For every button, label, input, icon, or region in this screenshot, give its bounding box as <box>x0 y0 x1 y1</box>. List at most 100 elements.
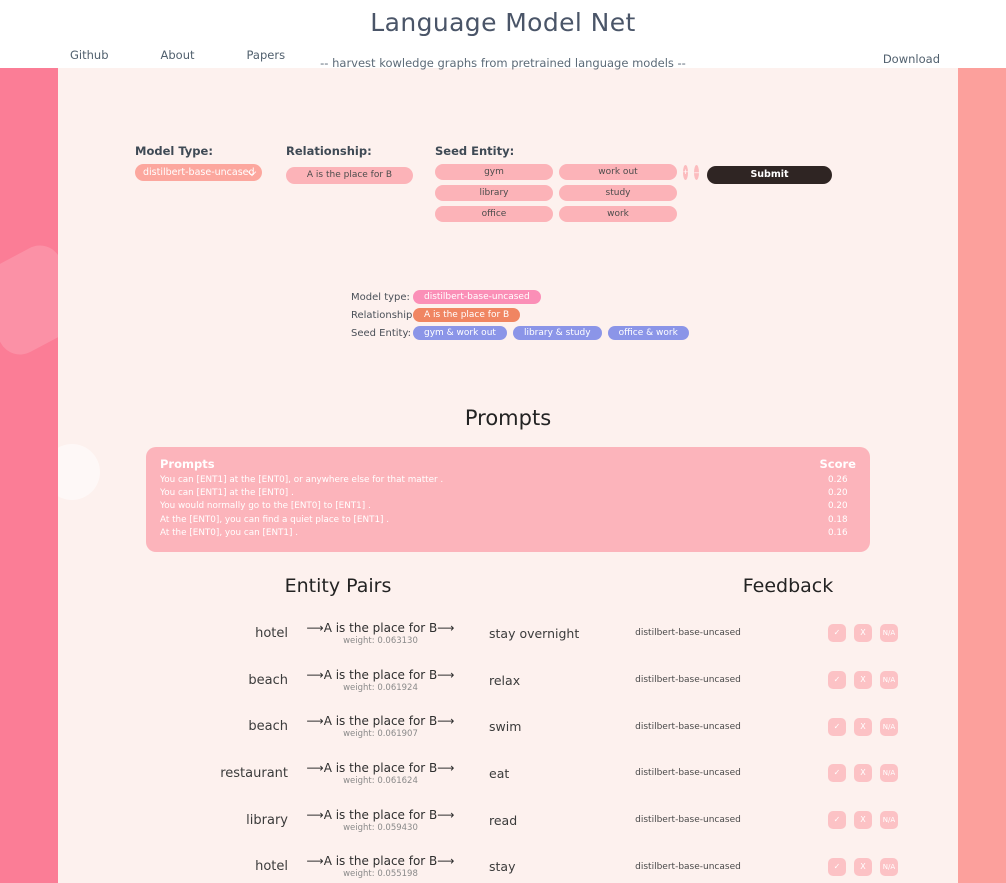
feedback-group: ✓ X N/A <box>758 857 958 876</box>
query-form: Model Type: distilbert-base-uncased Rela… <box>135 144 918 222</box>
feedback-na-button[interactable]: N/A <box>880 811 898 830</box>
pair-object: swim <box>489 719 522 735</box>
seed-entity-b-input-2[interactable] <box>559 185 677 201</box>
table-row: beach ⟶A is the place for B⟶ weight: 0.0… <box>58 703 958 750</box>
pair-model: distilbert-base-uncased <box>635 721 741 732</box>
pair-model: distilbert-base-uncased <box>635 768 741 779</box>
prompt-text: At the [ENT0], you can [ENT1] . <box>160 527 299 538</box>
model-type-select-value: distilbert-base-uncased <box>143 167 255 178</box>
seed-entity-a-input-3[interactable] <box>435 206 553 222</box>
summary-relationship-row: Relationship: A is the place for B <box>351 308 695 322</box>
pair-object: stay overnight <box>489 625 580 641</box>
pair-relation: ⟶A is the place for B⟶ <box>306 667 455 682</box>
summary-seed-entity-row: Seed Entity: gym & work out library & st… <box>351 326 695 340</box>
prompt-score: 0.20 <box>828 488 848 499</box>
pair-weight: weight: 0.061907 <box>343 729 418 740</box>
feedback-group: ✓ X N/A <box>758 811 958 830</box>
prompts-table: Prompts Score You can [ENT1] at the [ENT… <box>146 447 870 553</box>
prompt-score: 0.26 <box>828 475 848 485</box>
pair-relation: ⟶A is the place for B⟶ <box>306 807 455 822</box>
relationship-input[interactable] <box>286 166 413 184</box>
prompt-score: 0.18 <box>828 514 848 525</box>
feedback-yes-button[interactable]: ✓ <box>828 624 846 643</box>
table-row: hotel ⟶A is the place for B⟶ weight: 0.0… <box>58 843 958 883</box>
feedback-no-button[interactable]: X <box>854 811 872 830</box>
prompt-row: At the [ENT0], you can [ENT1] . 0.16 <box>160 527 856 540</box>
nav-link-download[interactable]: Download <box>883 52 940 66</box>
seed-entity-label: Seed Entity: <box>435 144 515 158</box>
model-type-select[interactable]: distilbert-base-uncased <box>135 164 262 181</box>
feedback-yes-button[interactable]: ✓ <box>828 671 846 690</box>
pair-object: relax <box>489 672 521 688</box>
relationship-field: Relationship: <box>286 144 435 184</box>
prompt-text: You would normally go to the [ENT0] to [… <box>160 501 371 512</box>
decorative-square-shape <box>0 237 58 363</box>
feedback-na-button[interactable]: N/A <box>880 624 898 643</box>
pair-model: distilbert-base-uncased <box>635 861 741 872</box>
pair-relation-cell: ⟶A is the place for B⟶ weight: 0.063130 <box>288 621 473 646</box>
seed-row <box>435 185 685 201</box>
feedback-group: ✓ X N/A <box>758 764 958 783</box>
seed-entity-b-input-1[interactable] <box>559 164 677 180</box>
feedback-no-button[interactable]: X <box>854 671 872 690</box>
model-type-label: Model Type: <box>135 144 213 158</box>
table-row: restaurant ⟶A is the place for B⟶ weight… <box>58 750 958 797</box>
feedback-na-button[interactable]: N/A <box>880 717 898 736</box>
feedback-group: ✓ X N/A <box>758 671 958 690</box>
feedback-heading: Feedback <box>742 575 834 597</box>
score-column-header: Score <box>819 457 856 471</box>
summary-relationship-tag: A is the place for B <box>413 308 521 322</box>
relationship-label: Relationship: <box>286 144 372 158</box>
model-type-field: Model Type: distilbert-base-uncased <box>135 144 286 181</box>
prompt-row: You can [ENT1] at the [ENT0] . 0.20 <box>160 487 856 500</box>
prompts-column-header: Prompts <box>160 457 215 471</box>
seed-entity-b-input-3[interactable] <box>559 206 677 222</box>
pair-relation-cell: ⟶A is the place for B⟶ weight: 0.061624 <box>288 761 473 786</box>
feedback-no-button[interactable]: X <box>854 764 872 783</box>
pair-object: eat <box>489 765 510 781</box>
feedback-yes-button[interactable]: ✓ <box>828 857 846 876</box>
pair-relation: ⟶A is the place for B⟶ <box>306 620 455 635</box>
decorative-left-band <box>0 68 58 883</box>
summary-seed-tag: office & work <box>607 326 689 340</box>
prompt-row: You would normally go to the [ENT0] to [… <box>160 500 856 513</box>
table-row: hotel ⟶A is the place for B⟶ weight: 0.0… <box>58 610 958 657</box>
prompt-score: 0.20 <box>828 501 848 512</box>
entity-pairs-list: hotel ⟶A is the place for B⟶ weight: 0.0… <box>58 610 958 883</box>
submit-button[interactable]: Submit <box>707 165 832 184</box>
feedback-na-button[interactable]: N/A <box>880 857 898 876</box>
feedback-yes-button[interactable]: ✓ <box>828 717 846 736</box>
seed-entity-grid: + – <box>435 164 700 222</box>
submit-field: Submit <box>685 144 832 184</box>
summary-relationship-label: Relationship: <box>351 309 416 321</box>
seed-entity-a-input-1[interactable] <box>435 164 553 180</box>
feedback-no-button[interactable]: X <box>854 857 872 876</box>
pair-weight: weight: 0.063130 <box>343 635 418 646</box>
page-header: Language Model Net Github About Papers -… <box>0 0 1006 70</box>
pair-subject: restaurant <box>220 765 288 781</box>
pair-model: distilbert-base-uncased <box>635 675 741 686</box>
feedback-yes-button[interactable]: ✓ <box>828 764 846 783</box>
pair-model: distilbert-base-uncased <box>635 628 741 639</box>
feedback-yes-button[interactable]: ✓ <box>828 811 846 830</box>
pair-model: distilbert-base-uncased <box>635 815 741 826</box>
summary-model-type-row: Model type: distilbert-base-uncased <box>351 290 695 304</box>
feedback-na-button[interactable]: N/A <box>880 671 898 690</box>
feedback-na-button[interactable]: N/A <box>880 764 898 783</box>
prompts-table-header: Prompts Score <box>160 457 856 471</box>
pair-relation-cell: ⟶A is the place for B⟶ weight: 0.061907 <box>288 714 473 739</box>
seed-entity-a-input-2[interactable] <box>435 185 553 201</box>
pair-subject: library <box>246 812 288 828</box>
pair-subject: beach <box>248 719 288 735</box>
query-summary: Model type: distilbert-base-uncased Rela… <box>351 290 695 344</box>
pair-object: read <box>489 812 518 828</box>
feedback-no-button[interactable]: X <box>854 624 872 643</box>
prompt-text: At the [ENT0], you can find a quiet plac… <box>160 514 390 525</box>
feedback-no-button[interactable]: X <box>854 717 872 736</box>
pair-subject: beach <box>248 672 288 688</box>
pair-relation: ⟶A is the place for B⟶ <box>306 760 455 775</box>
pair-weight: weight: 0.055198 <box>343 869 418 880</box>
feedback-group: ✓ X N/A <box>758 624 958 643</box>
pair-object: stay <box>489 859 516 875</box>
main-content: Model Type: distilbert-base-uncased Rela… <box>58 68 958 883</box>
